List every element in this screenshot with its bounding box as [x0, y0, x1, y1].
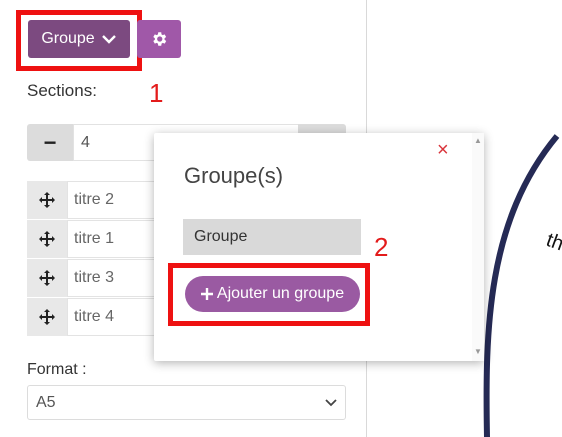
group-name-input[interactable]: Groupe: [183, 219, 361, 255]
highlight-box-1: [16, 10, 142, 71]
groups-popup: Groupe(s) × Groupe Ajouter un groupe ▲ ▼: [154, 133, 484, 361]
callout-number-1: 1: [149, 78, 164, 108]
settings-button[interactable]: [137, 20, 181, 58]
preview-circle-arc: [483, 134, 560, 437]
drag-handle[interactable]: [27, 298, 67, 336]
decrement-button[interactable]: −: [27, 124, 73, 161]
chevron-down-icon: [325, 398, 337, 406]
scroll-up-icon[interactable]: ▲: [472, 136, 484, 145]
callout-number-2: 2: [374, 232, 389, 262]
minus-icon: −: [43, 129, 57, 155]
drag-handle[interactable]: [27, 220, 67, 258]
section-title-text: titre 1: [74, 230, 115, 247]
move-icon: [39, 231, 55, 247]
close-icon[interactable]: ×: [437, 139, 449, 162]
drag-handle[interactable]: [27, 259, 67, 297]
popup-scrollbar[interactable]: [472, 133, 484, 361]
drag-handle[interactable]: [27, 181, 67, 219]
sections-count-value: 4: [81, 133, 90, 151]
section-title-text: titre 2: [74, 191, 115, 208]
format-selected-value: A5: [36, 393, 56, 411]
move-icon: [39, 270, 55, 286]
sections-label: Sections:: [27, 81, 97, 100]
highlight-box-2: [168, 263, 370, 326]
move-icon: [39, 309, 55, 325]
scroll-down-icon[interactable]: ▼: [472, 347, 484, 356]
move-icon: [39, 192, 55, 208]
section-title-text: titre 3: [74, 269, 115, 286]
group-name-value: Groupe: [194, 228, 248, 245]
section-title-text: titre 4: [74, 308, 115, 325]
preview-text-fragment: th: [543, 229, 562, 255]
gear-icon: [153, 32, 167, 46]
format-label: Format :: [27, 361, 87, 378]
popup-title: Groupe(s): [184, 163, 284, 188]
format-select[interactable]: A5: [27, 385, 346, 420]
